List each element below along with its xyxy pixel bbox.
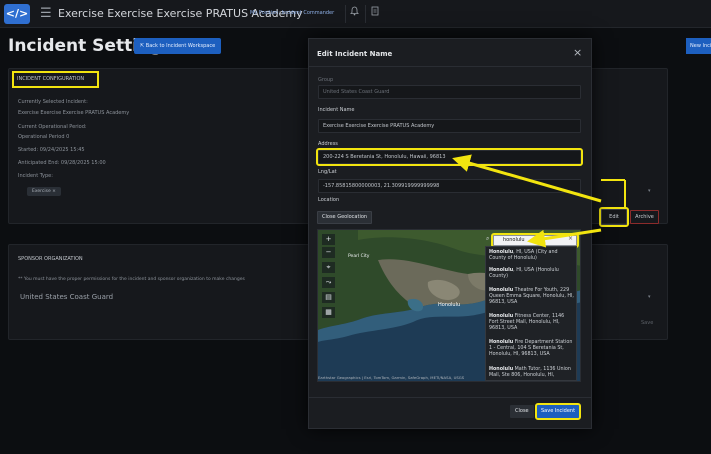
chevron-down-icon[interactable]: ▾	[648, 188, 651, 194]
lnglat-input[interactable]: -157.85815800000003, 21.309919999999998	[318, 179, 581, 193]
position-label[interactable]: My Position: Incident Commander	[250, 10, 334, 16]
map-label: Honolulu	[438, 302, 461, 308]
chip-remove-icon[interactable]: ×	[52, 189, 56, 194]
group-label: Group	[318, 77, 334, 83]
group-field: United States Coast Guard	[318, 85, 581, 99]
menu-icon[interactable]: ☰	[40, 6, 52, 21]
address-input[interactable]: 200-224 S Beretania St, Honolulu, Hawaii…	[316, 148, 583, 166]
permissions-note: ** You must have the proper permissions …	[18, 277, 245, 282]
clear-search-icon[interactable]: ×	[568, 235, 573, 242]
map-attribution: Earthstar Geographics | Esri, TomTom, Ga…	[318, 375, 465, 380]
incident-configuration-heading: INCIDENT CONFIGURATION	[12, 71, 99, 88]
top-bar: </> ☰ Exercise Exercise Exercise PRATUS …	[0, 0, 711, 28]
back-to-workspace-button[interactable]: ⇱ Back to Incident Workspace	[134, 38, 222, 54]
zoom-in-button[interactable]: +	[322, 234, 335, 245]
close-geolocation-button[interactable]: Close Geolocation	[317, 211, 373, 224]
incident-type-chip[interactable]: Exercise ×	[27, 187, 61, 196]
bell-icon[interactable]	[345, 5, 363, 23]
back-button-label: Back to Incident Workspace	[145, 43, 216, 49]
zoom-out-button[interactable]: −	[322, 247, 335, 258]
lnglat-label: Lng/Lat	[318, 169, 337, 175]
config-line: Operational Period 0	[18, 134, 70, 140]
search-result-item[interactable]: Honolulu Math Tutor, 1136 Union Mall, St…	[489, 367, 575, 379]
location-label: Location	[318, 197, 340, 203]
share-icon[interactable]: ⤳	[322, 277, 335, 288]
search-result-item[interactable]: Honolulu, HI, USA (Honolulu County)	[489, 268, 575, 280]
archive-button[interactable]: Archive	[630, 210, 659, 224]
document-icon[interactable]	[365, 5, 383, 23]
edit-location-button[interactable]: Edit	[599, 207, 629, 227]
app-logo[interactable]: </>	[4, 4, 30, 24]
map-label: Pearl City	[348, 254, 370, 259]
config-line: Current Operational Period:	[18, 124, 87, 130]
sponsor-save-button[interactable]: Save	[641, 320, 653, 326]
sponsor-select[interactable]: United States Coast Guard	[20, 293, 113, 301]
search-results-list: Honolulu, HI, USA (City and County of Ho…	[485, 246, 577, 381]
search-icon: ⌕	[486, 235, 490, 242]
incident-type-label: Exercise	[32, 189, 51, 194]
config-line: Currently Selected Incident:	[18, 99, 88, 105]
search-result-item[interactable]: Honolulu, HI, USA (City and County of Ho…	[489, 250, 575, 262]
new-incident-button[interactable]: New Incident	[686, 38, 711, 54]
save-incident-button[interactable]: Save Incident	[534, 403, 582, 420]
sponsor-organization-heading: SPONSOR ORGANIZATION	[18, 256, 83, 262]
address-label: Address	[318, 141, 338, 147]
incident-name-input[interactable]: Exercise Exercise Exercise PRATUS Academ…	[318, 119, 581, 133]
search-result-item[interactable]: Honolulu Fitness Center, 1146 Fort Stree…	[489, 314, 575, 332]
pin-icon[interactable]: ⌖	[322, 262, 335, 273]
map-search-input[interactable]: honolulu	[491, 233, 579, 248]
layers-icon[interactable]: ▤	[322, 292, 335, 303]
config-line: Anticipated End: 09/28/2025 15:00	[18, 160, 106, 166]
modal-title: Edit Incident Name	[317, 50, 393, 58]
basemap-icon[interactable]: ▦	[322, 307, 335, 318]
modal-footer-divider	[309, 397, 591, 398]
close-icon[interactable]: ×	[573, 46, 582, 59]
search-result-item[interactable]: Honolulu Theatre For Youth, 229 Queen Em…	[489, 288, 575, 306]
incident-name-label: Incident Name	[318, 107, 355, 113]
config-line: Exercise Exercise Exercise PRATUS Academ…	[18, 110, 130, 116]
chevron-down-icon[interactable]: ▾	[648, 294, 651, 300]
search-result-item[interactable]: Honolulu Fire Department Station 1 - Cen…	[489, 340, 575, 358]
config-line: Started: 09/24/2025 15:45	[18, 147, 85, 153]
modal-divider	[309, 66, 591, 67]
config-line: Incident Type:	[18, 173, 53, 179]
close-button[interactable]: Close	[510, 405, 534, 418]
